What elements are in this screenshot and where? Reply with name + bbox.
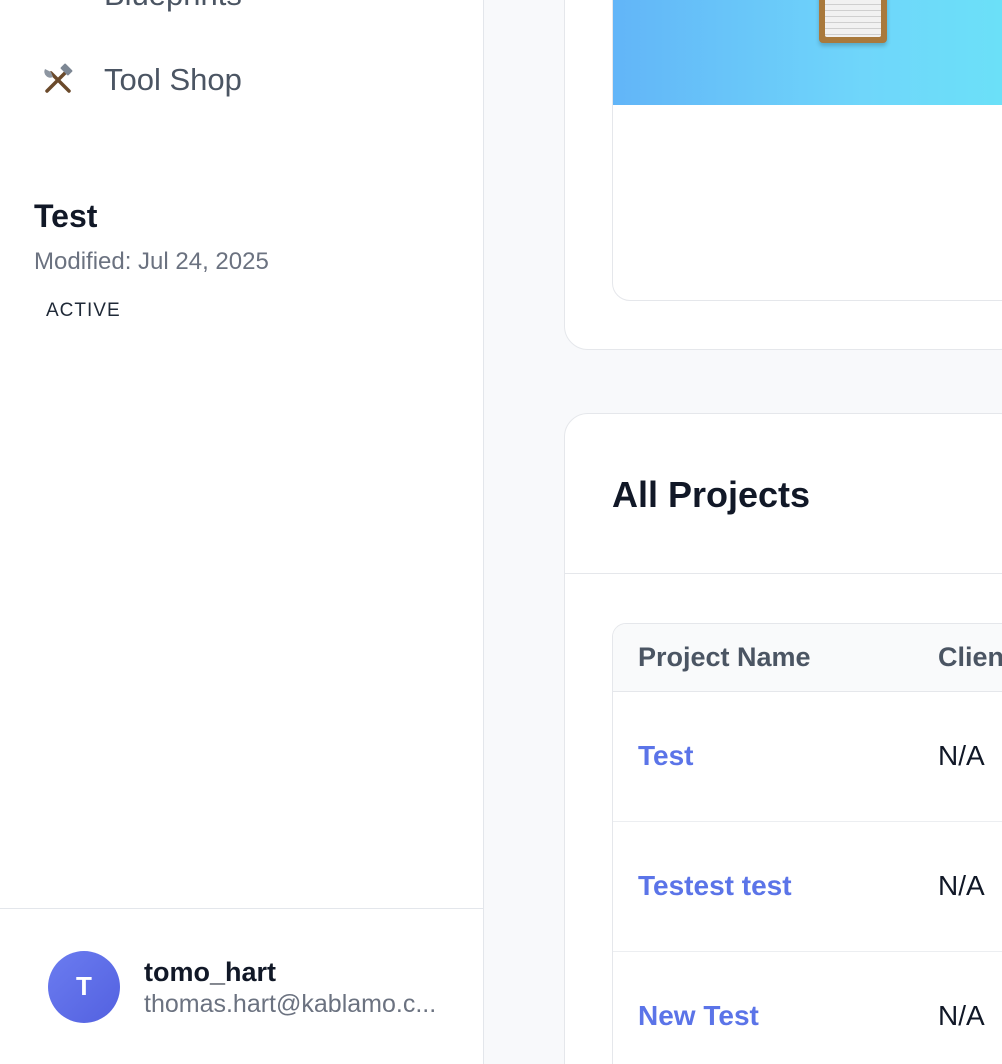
project-name-link[interactable]: New Test [638,1000,759,1032]
user-meta: tomo_hart thomas.hart@kablamo.c... [144,957,436,1019]
sidebar-item-tool-shop[interactable]: Tool Shop [40,55,242,105]
table-row[interactable]: Testest test N/A [613,822,1002,952]
project-name-link[interactable]: Testest test [638,870,792,902]
status-badge: ACTIVE [46,300,121,321]
project-card-title: Test [34,198,98,234]
user-email: thomas.hart@kablamo.c... [144,989,437,1018]
hammer-wrench-icon [40,63,76,97]
username: tomo_hart [144,956,277,987]
user-profile[interactable]: T tomo_hart thomas.hart@kablamo.c... [0,908,483,1064]
sidebar-item-label: Tool Shop [104,62,242,97]
sidebar: Blueprints Tool Shop T tomo_hart thomas.… [0,0,484,1064]
sidebar-item-blueprints[interactable]: Blueprints [40,0,242,20]
sidebar-item-label: Blueprints [104,0,242,13]
divider [564,573,1002,574]
column-header-client[interactable]: Client [938,642,1002,673]
table-row[interactable]: New Test N/A [613,952,1002,1064]
page-title: All Projects [612,474,811,515]
clipboard-icon [819,0,887,43]
avatar[interactable]: T [48,950,120,1023]
table-row[interactable]: Test N/A [613,692,1002,822]
table-header: Project Name Client [613,624,1002,692]
projects-table: Project Name Client Test N/A Testest tes… [612,623,1002,1064]
client-cell: N/A [938,740,985,771]
app-root: Blueprints Tool Shop T tomo_hart thomas.… [0,0,1002,1064]
project-name-link[interactable]: Test [638,740,694,772]
project-card-modified: Modified: Jul 24, 2025 [34,248,269,275]
client-cell: N/A [938,1000,985,1031]
card-banner [613,0,1002,105]
project-card[interactable] [612,0,1002,301]
column-header-project-name[interactable]: Project Name [638,642,811,673]
client-cell: N/A [938,870,985,901]
